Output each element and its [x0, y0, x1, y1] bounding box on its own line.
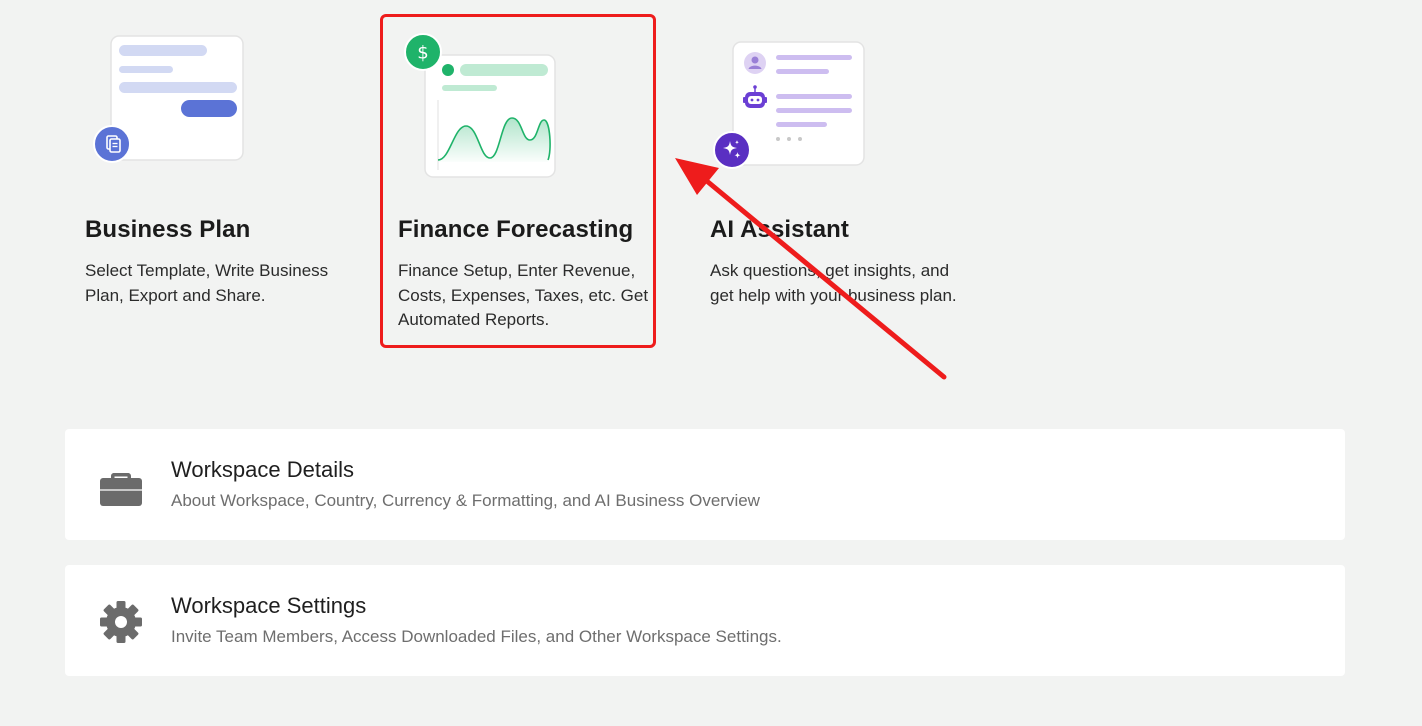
workspace-details-subtitle: About Workspace, Country, Currency & For…	[171, 491, 760, 510]
workspace-details-title: Workspace Details	[171, 457, 354, 482]
document-icon	[93, 125, 131, 163]
finance-forecasting-card[interactable]: $ Finance Forecasting Finance Setup, Ent…	[398, 0, 658, 340]
workspace-settings-row[interactable]: Workspace Settings Invite Team Members, …	[65, 565, 1345, 676]
sparkle-icon	[713, 131, 751, 169]
workspace-home: Business Plan Select Template, Write Bus…	[0, 0, 1422, 726]
dollar-icon: $	[404, 33, 442, 71]
ai-assistant-description: Ask questions, get insights, and get hel…	[710, 261, 957, 305]
workspace-details-row[interactable]: Workspace Details About Workspace, Count…	[65, 429, 1345, 540]
finance-forecasting-title: Finance Forecasting	[398, 216, 634, 243]
workspace-settings-title: Workspace Settings	[171, 593, 367, 618]
svg-text:$: $	[417, 43, 428, 64]
business-plan-title: Business Plan	[85, 216, 251, 243]
business-plan-card[interactable]: Business Plan Select Template, Write Bus…	[85, 0, 355, 340]
briefcase-icon	[100, 473, 142, 506]
ai-assistant-title: AI Assistant	[710, 216, 850, 243]
finance-chart-illustration	[424, 54, 556, 178]
workspace-settings-subtitle: Invite Team Members, Access Downloaded F…	[171, 627, 782, 646]
gear-icon	[100, 601, 142, 643]
ai-assistant-card[interactable]: AI Assistant Ask questions, get insights…	[710, 0, 980, 340]
business-plan-description: Select Template, Write Business Plan, Ex…	[85, 261, 329, 305]
finance-forecasting-description: Finance Setup, Enter Revenue, Costs, Exp…	[398, 261, 649, 329]
